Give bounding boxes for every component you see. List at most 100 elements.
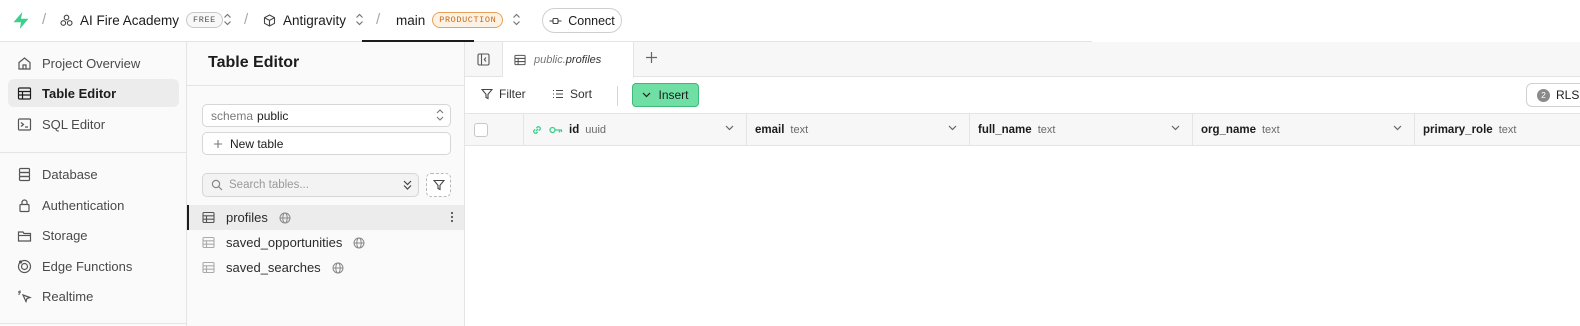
nav-item-project-overview[interactable]: Project Overview: [8, 49, 179, 77]
nav-divider: [0, 323, 186, 324]
chevron-up-down-icon[interactable]: [512, 13, 521, 26]
nav-label: Storage: [42, 227, 88, 243]
table-icon: [17, 86, 32, 101]
add-tab-plus-icon[interactable]: [645, 51, 658, 64]
org-selector[interactable]: AI Fire Academy FREE: [60, 10, 223, 30]
rls-label: RLS: [1556, 88, 1580, 102]
sidebar-collapse-icon: [477, 53, 490, 66]
nav-item-sql-editor[interactable]: SQL Editor: [8, 110, 179, 138]
nav-item-realtime[interactable]: Realtime: [8, 282, 179, 310]
rls-policies-button[interactable]: 2 RLS: [1526, 83, 1580, 107]
toggle-sidebar-button[interactable]: [465, 42, 503, 77]
nav-item-edge-functions[interactable]: Edge Functions: [8, 252, 179, 280]
table-icon: [514, 54, 526, 66]
column-name: email: [755, 124, 785, 136]
insert-button[interactable]: Insert: [632, 83, 699, 107]
table-search: [202, 173, 419, 197]
lock-icon: [17, 198, 32, 213]
org-icon: [60, 14, 73, 27]
column-header-primary-role[interactable]: primary_role text: [1415, 114, 1580, 146]
supabase-logo-icon[interactable]: [12, 11, 30, 30]
chevron-down-icon[interactable]: [725, 125, 734, 131]
schema-value: public: [257, 108, 289, 123]
left-nav: Project Overview Table Editor SQL Editor…: [0, 42, 187, 326]
functions-icon: [17, 259, 32, 274]
panel-title: Table Editor: [208, 54, 300, 71]
nav-item-storage[interactable]: Storage: [8, 221, 179, 249]
home-icon: [17, 56, 32, 71]
rls-count-badge: 2: [1537, 88, 1550, 102]
tab-schema: public.: [534, 54, 566, 66]
primary-key-icon: [549, 125, 563, 135]
link-icon: [531, 124, 543, 136]
column-name: full_name: [978, 124, 1032, 136]
plus-icon: [213, 139, 223, 149]
schema-selector[interactable]: schema public: [202, 104, 451, 127]
table-name: saved_searches: [226, 260, 321, 275]
filter-button[interactable]: Filter: [481, 87, 526, 101]
org-name: AI Fire Academy: [80, 12, 180, 28]
chevrons-down-icon[interactable]: [402, 179, 413, 191]
nav-label: Edge Functions: [42, 258, 133, 274]
more-vertical-icon[interactable]: [450, 211, 454, 223]
table-icon: [202, 261, 215, 274]
project-selector[interactable]: Antigravity: [263, 10, 346, 30]
sort-button[interactable]: Sort: [552, 87, 592, 101]
branch-name: main: [396, 12, 426, 28]
grid-header: id uuid email text full_name text org_na…: [465, 114, 1580, 146]
chevron-down-icon[interactable]: [1393, 125, 1402, 131]
plan-badge: FREE: [186, 12, 223, 28]
search-icon: [211, 179, 223, 191]
nav-label: Database: [42, 166, 98, 182]
chevron-up-down-icon[interactable]: [223, 13, 232, 26]
column-name: primary_role: [1423, 124, 1493, 136]
column-type: text: [790, 124, 809, 136]
nav-label: Table Editor: [42, 85, 117, 101]
chevron-up-down-icon[interactable]: [355, 13, 364, 26]
production-badge: PRODUCTION: [432, 12, 504, 28]
new-table-button[interactable]: New table: [202, 132, 451, 155]
chevron-down-icon[interactable]: [1171, 125, 1180, 131]
column-name: id: [569, 124, 580, 136]
filter-tables-button[interactable]: [426, 173, 451, 197]
nav-item-authentication[interactable]: Authentication: [8, 191, 179, 219]
nav-item-table-editor[interactable]: Table Editor: [8, 79, 179, 107]
tabs-bar: public.profiles: [465, 42, 1580, 78]
breadcrumb-separator: /: [42, 11, 47, 28]
table-item-saved-opportunities[interactable]: saved_opportunities: [187, 230, 464, 255]
nav-divider: [0, 152, 186, 153]
database-icon: [17, 167, 32, 182]
tab-table: profiles: [565, 54, 602, 66]
chevron-down-icon[interactable]: [948, 125, 957, 131]
terminal-icon: [17, 117, 32, 132]
nav-item-database[interactable]: Database: [8, 160, 179, 188]
column-header-email[interactable]: email text: [747, 114, 970, 146]
nav-label: Realtime: [42, 288, 94, 304]
search-tables-input[interactable]: [229, 179, 399, 191]
project-name: Antigravity: [283, 12, 347, 28]
table-name: saved_opportunities: [226, 235, 343, 250]
column-header-id[interactable]: id uuid: [524, 114, 747, 146]
column-header-org-name[interactable]: org_name text: [1193, 114, 1415, 146]
column-name: org_name: [1201, 124, 1256, 136]
globe-icon: [332, 262, 344, 274]
schema-label: schema: [211, 108, 254, 123]
column-type: uuid: [585, 124, 607, 136]
column-header-full-name[interactable]: full_name text: [970, 114, 1193, 146]
globe-icon: [279, 212, 291, 224]
connect-button[interactable]: Connect: [542, 8, 622, 33]
plug-icon: [549, 16, 562, 26]
filter-label: Filter: [499, 87, 526, 101]
select-all-checkbox[interactable]: [474, 123, 488, 137]
chevron-down-icon: [642, 92, 651, 98]
box-icon: [263, 13, 276, 27]
new-table-label: New table: [230, 136, 284, 151]
nav-label: SQL Editor: [42, 116, 106, 132]
select-all-cell: [465, 114, 524, 146]
table-item-saved-searches[interactable]: saved_searches: [187, 255, 464, 280]
table-icon: [202, 211, 215, 224]
branch-selector[interactable]: main PRODUCTION: [396, 10, 504, 30]
tab-public-profiles[interactable]: public.profiles: [503, 42, 634, 78]
table-item-profiles[interactable]: profiles: [187, 205, 464, 230]
chevron-up-down-icon: [436, 109, 444, 121]
